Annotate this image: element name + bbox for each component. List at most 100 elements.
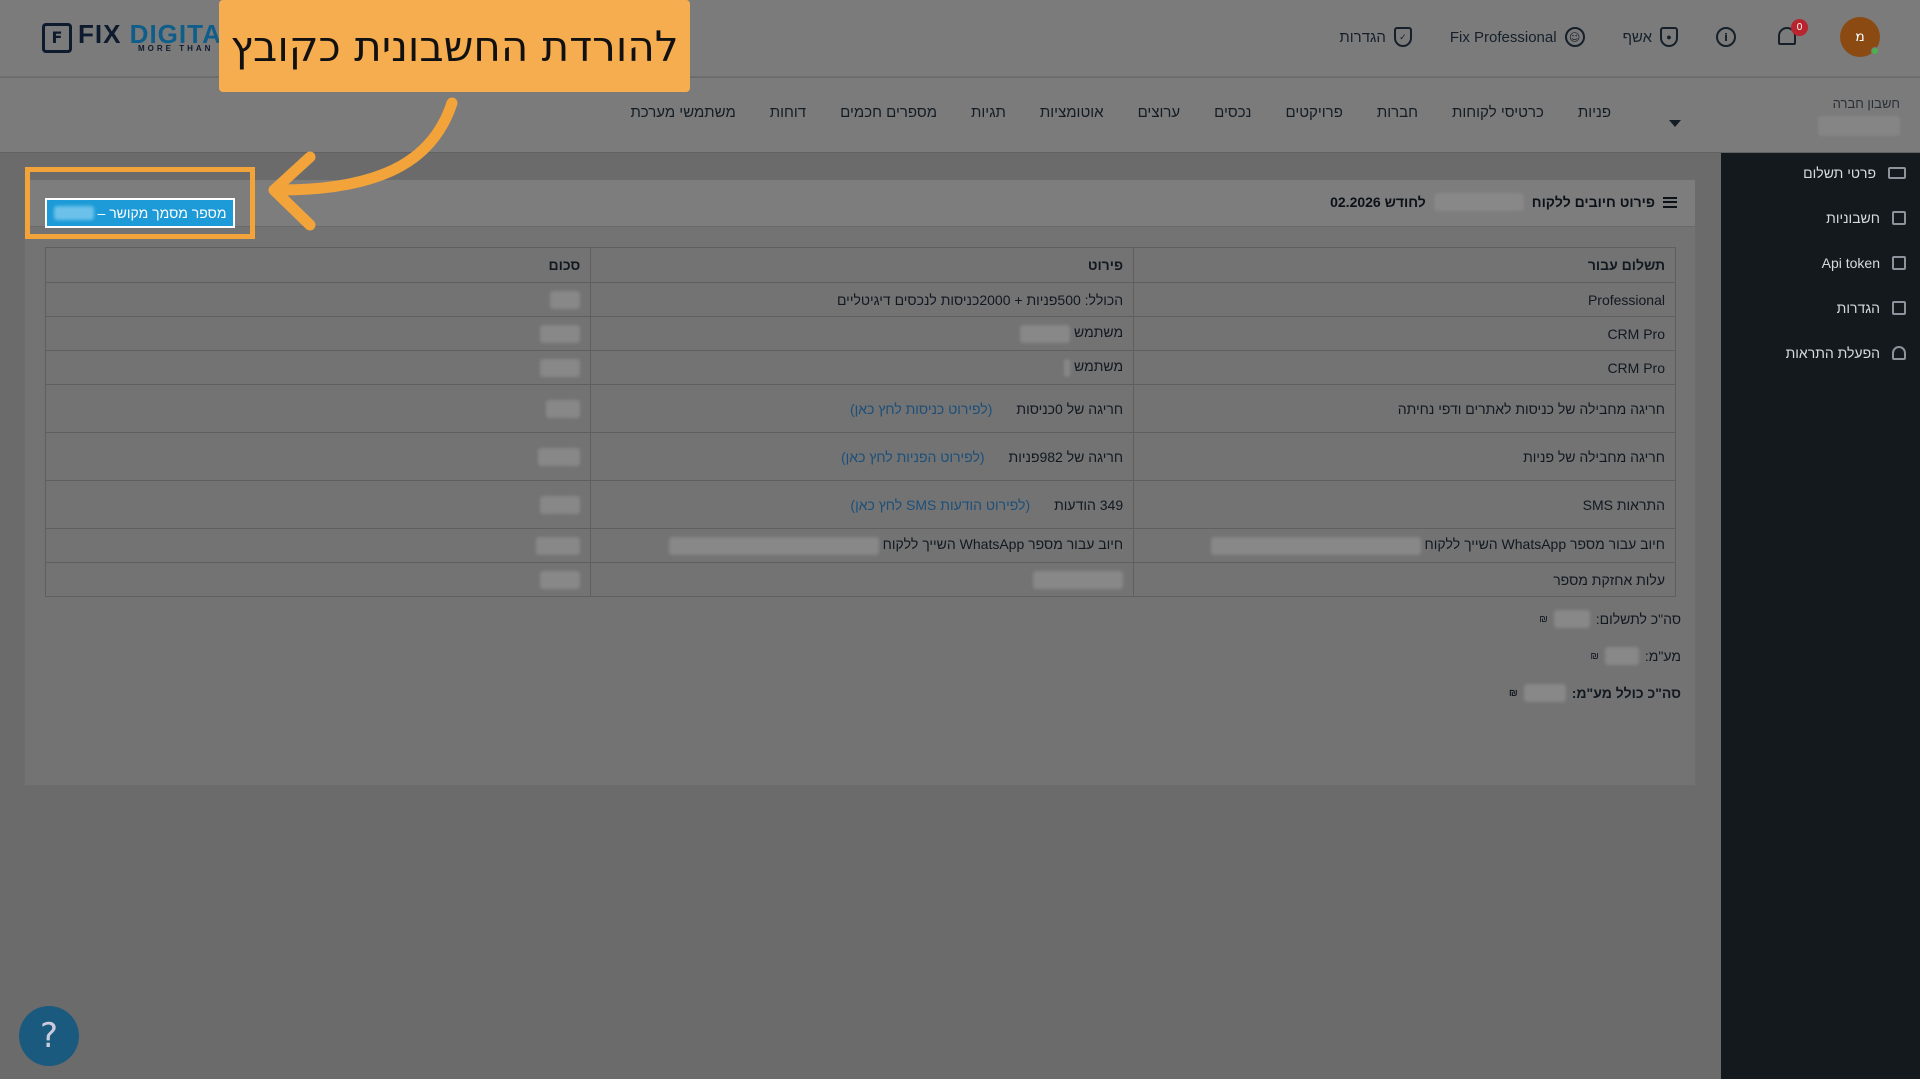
cell-detail-text: חריגה של 0כניסות: [1016, 400, 1124, 417]
cell-detail: הכולל: 500פניות + 2000כניסות לנכסים דיגי…: [590, 282, 1135, 317]
sidebar-item-payment-details[interactable]: פרטי תשלום: [1803, 165, 1906, 181]
sidebar-item-enable-notifications[interactable]: הפעלת התראות: [1786, 345, 1906, 361]
cell-for: התראות SMS: [1133, 480, 1676, 529]
sidebar-item-label: הפעלת התראות: [1785, 345, 1880, 361]
avatar-initial: מ: [1855, 29, 1865, 45]
plan-label: Fix Professional: [1449, 28, 1557, 46]
customer-name-redacted: [1433, 193, 1524, 211]
cell-for: CRM Pro: [1133, 350, 1676, 385]
info-icon[interactable]: i: [1716, 27, 1736, 47]
sidebar-item-settings[interactable]: הגדרות: [1837, 300, 1906, 316]
cell-detail: [590, 562, 1135, 597]
number-redacted: [1210, 536, 1421, 555]
charges-table: תשלום עבור פירוט סכום Professional הכולל…: [44, 247, 1676, 597]
company-name-redacted[interactable]: [1818, 116, 1900, 136]
currency-symbol: ₪: [1539, 613, 1548, 625]
table-row: חריגה מחבילה של כניסות לאתרים ודפי נחיתה…: [44, 384, 1676, 433]
chevron-down-icon[interactable]: [1669, 120, 1681, 127]
sidebar-item-api-token[interactable]: Api token: [1822, 255, 1906, 271]
sidebar-item-invoices[interactable]: חשבוניות: [1826, 210, 1906, 226]
total-to-pay-redacted: [1553, 610, 1590, 628]
amount-redacted: [550, 290, 581, 309]
nav-item-reports[interactable]: דוחות: [753, 104, 823, 121]
cell-amount: [44, 432, 592, 481]
download-button-label: מספר מסמך מקושר –: [97, 205, 227, 221]
total-to-pay: סה"כ לתשלום: ₪: [1539, 610, 1681, 628]
total-to-pay-label: סה"כ לתשלום:: [1595, 611, 1681, 627]
detail-redacted: [1033, 570, 1124, 589]
bell-icon: [1892, 346, 1906, 360]
table-row: Professional הכולל: 500פניות + 2000כניסו…: [44, 282, 1676, 317]
amount-redacted: [540, 358, 581, 377]
entries-details-link[interactable]: (לפירוט כניסות לחץ כאן): [850, 401, 992, 417]
cell-for: CRM Pro: [1133, 316, 1676, 351]
billing-panel: פירוט חיובים ללקוח לחודש 02.2026 מספר מס…: [24, 167, 1696, 786]
help-icon: ?: [39, 1016, 59, 1056]
sms-details-link[interactable]: (לפירוט הודעות SMS לחץ כאן): [850, 497, 1030, 513]
logo-mark-icon: F: [42, 22, 72, 53]
inquiries-details-link[interactable]: (לפירוט הפניות לחץ כאן): [841, 449, 985, 465]
panel-title-suffix: לחודש 02.2026: [1330, 194, 1426, 210]
tutorial-callout: להורדת החשבונית כקובץ: [219, 0, 690, 92]
help-button[interactable]: ?: [19, 1006, 79, 1066]
nav-item-smart-numbers[interactable]: מספרים חכמים: [823, 104, 954, 121]
table-header-row: תשלום עבור פירוט סכום: [44, 247, 1676, 283]
cell-amount: [44, 480, 592, 529]
sidebar-item-label: הגדרות: [1836, 300, 1880, 316]
table-row: CRM Pro משתמש: [44, 350, 1676, 385]
cell-detail: משתמש: [590, 316, 1135, 351]
book-icon: [1892, 301, 1906, 315]
user-group-icon: ☺: [1564, 27, 1585, 47]
plan-link[interactable]: Fix Professional ☺: [1450, 27, 1585, 47]
download-invoice-button[interactable]: מספר מסמך מקושר –: [45, 198, 235, 228]
cell-detail-text: משתמש: [1074, 324, 1124, 341]
nav-item-companies[interactable]: חברות: [1360, 104, 1435, 121]
credit-card-icon: [1888, 167, 1906, 179]
cell-amount: [44, 316, 592, 351]
cell-for: חיוב עבור מספר WhatsApp השייך ללקוח: [1133, 528, 1676, 563]
cell-amount: [44, 384, 592, 433]
company-account-label: חשבון חברה: [1832, 96, 1900, 111]
nav-item-channels[interactable]: ערוצים: [1121, 104, 1198, 121]
column-header-amount: סכום: [44, 247, 592, 283]
nav-item-customer-cards[interactable]: כרטיסי לקוחות: [1435, 104, 1561, 121]
column-header-detail: פירוט: [590, 247, 1135, 283]
nav-item-inquiries[interactable]: פניות: [1561, 104, 1628, 121]
cell-for: חריגה מחבילה של כניסות לאתרים ודפי נחיתה: [1133, 384, 1676, 433]
total-with-vat: סה"כ כולל מע"מ: ₪: [1509, 684, 1681, 702]
cell-for: Professional: [1133, 282, 1676, 317]
cell-for: עלות אחזקת מספר: [1133, 562, 1676, 597]
sidebar-item-label: Api token: [1821, 255, 1880, 271]
list-icon: [1663, 196, 1677, 208]
panel-title: פירוט חיובים ללקוח לחודש 02.2026: [1330, 193, 1677, 211]
cell-for: חריגה מחבילה של פניות: [1133, 432, 1676, 481]
nav-item-tags[interactable]: תגיות: [954, 104, 1023, 121]
cell-amount: [44, 528, 592, 563]
nav-item-automations[interactable]: אוטומציות: [1023, 104, 1121, 121]
amount-redacted: [546, 399, 581, 418]
total-vat: מע"מ: ₪: [1590, 647, 1681, 665]
sidebar-item-label: חשבוניות: [1826, 210, 1880, 226]
cell-detail: משתמש: [590, 350, 1135, 385]
settings-link[interactable]: הגדרות ✓: [1339, 27, 1412, 47]
detail-redacted: [1020, 324, 1071, 343]
nav-item-system-users[interactable]: משתמשי מערכת: [613, 104, 752, 121]
table-row: חיוב עבור מספר WhatsApp השייך ללקוח חיוב…: [44, 528, 1676, 563]
total-with-vat-label: סה"כ כולל מע"מ:: [1571, 685, 1681, 701]
currency-symbol: ₪: [1590, 650, 1599, 662]
nav-item-projects[interactable]: פרויקטים: [1268, 104, 1359, 121]
amount-redacted: [540, 324, 581, 343]
avatar[interactable]: מ: [1840, 17, 1880, 57]
cell-detail-text: 349 הודעות: [1054, 496, 1124, 513]
cell-detail-text: חריגה של 982פניות: [1008, 448, 1124, 465]
user-wizard-link[interactable]: אשף ●: [1623, 27, 1678, 47]
sidebar-item-label: פרטי תשלום: [1803, 165, 1876, 181]
notifications-button[interactable]: 0: [1774, 19, 1808, 51]
cell-amount: [44, 562, 592, 597]
table-row: עלות אחזקת מספר: [44, 562, 1676, 597]
logo[interactable]: F FIX DIGITAL MORE THAN CRM: [42, 19, 246, 53]
book-icon: [1892, 211, 1906, 225]
logo-text-fix: FIX: [78, 19, 130, 49]
cell-detail-text: משתמש: [1074, 358, 1124, 375]
nav-item-assets[interactable]: נכסים: [1197, 104, 1268, 121]
